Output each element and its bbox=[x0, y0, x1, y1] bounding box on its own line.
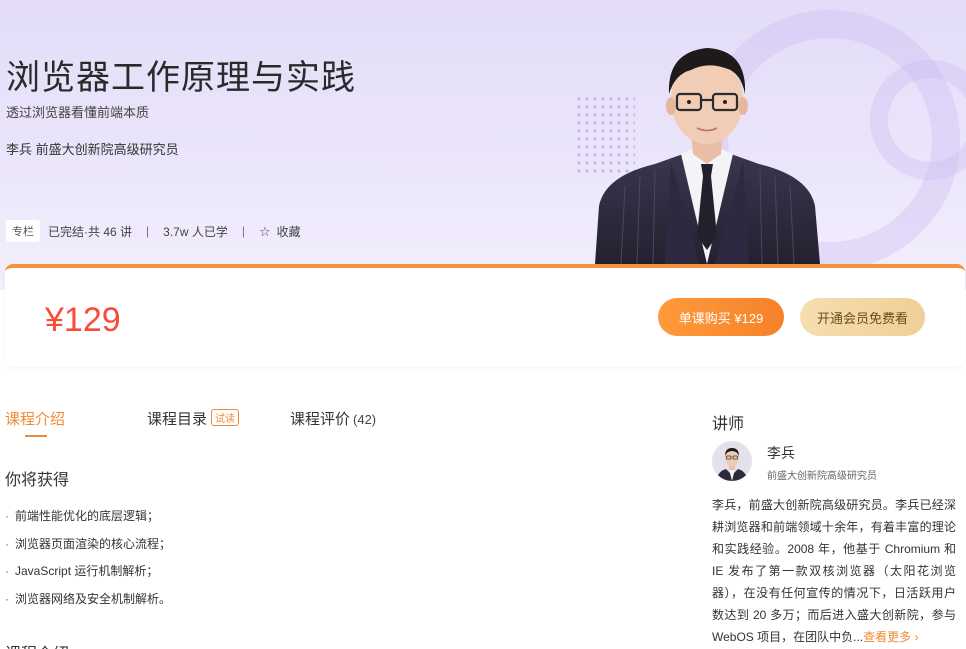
review-count: (42) bbox=[353, 412, 377, 427]
teacher-heading: 讲师 bbox=[712, 416, 745, 433]
course-meta: 专栏 已完结·共 46 讲 | 3.7w 人已学 | ☆ 收藏 bbox=[6, 220, 301, 242]
list-item: · JavaScript 运行机制解析； bbox=[5, 564, 159, 578]
learner-count: 3.7w 人已学 bbox=[163, 224, 228, 239]
course-subtitle: 透过浏览器看懂前端本质 bbox=[6, 105, 150, 120]
meta-separator: | bbox=[241, 224, 245, 238]
lesson-count: 已完结·共 46 讲 bbox=[48, 224, 133, 239]
course-author: 李兵 前盛大创新院高级研究员 bbox=[6, 142, 179, 157]
active-tab-indicator bbox=[25, 435, 47, 437]
trial-badge: 试读 bbox=[211, 409, 240, 426]
course-tabs: 课程介绍 课程目录 试读 课程评价 (42) bbox=[5, 408, 376, 437]
teacher-bio-text: 李兵，前盛大创新院高级研究员。李兵已经深耕浏览器和前端领域十余年，有着丰富的理论… bbox=[712, 498, 956, 644]
price-card: ¥129 单课购买 ¥129 开通会员免费看 bbox=[5, 264, 965, 367]
tab-label: 课程评价 bbox=[290, 411, 351, 428]
tab-label: 课程介绍 bbox=[5, 411, 66, 428]
course-hero: 浏览器工作原理与实践 透过浏览器看懂前端本质 李兵 前盛大创新院高级研究员 专栏… bbox=[0, 0, 966, 290]
list-item: · 前端性能优化的底层逻辑； bbox=[5, 509, 160, 523]
course-price: ¥129 bbox=[45, 301, 121, 339]
buy-button[interactable]: 单课购买 ¥129 bbox=[658, 298, 784, 336]
star-icon: ☆ bbox=[258, 223, 271, 239]
avatar-image bbox=[712, 441, 752, 481]
teacher-name: 李兵 bbox=[767, 445, 795, 461]
gains-title: 你将获得 bbox=[5, 472, 70, 489]
gains-list: · 前端性能优化的底层逻辑； · 浏览器页面渲染的核心流程； · JavaScript… bbox=[5, 507, 171, 617]
tab-catalog[interactable]: 课程目录 试读 bbox=[147, 408, 290, 429]
favorite-label: 收藏 bbox=[276, 224, 301, 239]
next-section-title: 课程介绍 bbox=[5, 640, 69, 649]
teacher-role: 前盛大创新院高级研究员 bbox=[767, 471, 877, 482]
teacher-bio: 李兵，前盛大创新院高级研究员。李兵已经深耕浏览器和前端领域十余年，有着丰富的理论… bbox=[712, 494, 956, 648]
course-type-badge: 专栏 bbox=[6, 220, 40, 242]
tab-reviews[interactable]: 课程评价 (42) bbox=[290, 408, 376, 429]
meta-separator: | bbox=[146, 224, 150, 238]
teacher-avatar[interactable] bbox=[712, 441, 752, 481]
list-item: · 浏览器网络及安全机制解析。 bbox=[5, 591, 172, 606]
vip-button[interactable]: 开通会员免费看 bbox=[800, 298, 925, 336]
course-title: 浏览器工作原理与实践 bbox=[6, 59, 356, 97]
tab-intro[interactable]: 课程介绍 bbox=[5, 408, 147, 437]
favorite-button[interactable]: ☆ 收藏 bbox=[259, 223, 301, 240]
tab-label: 课程目录 bbox=[147, 411, 208, 428]
list-item: · 浏览器页面渲染的核心流程； bbox=[5, 536, 172, 551]
instructor-portrait bbox=[595, 48, 820, 264]
see-more-link[interactable]: 查看更多 › bbox=[863, 630, 918, 644]
